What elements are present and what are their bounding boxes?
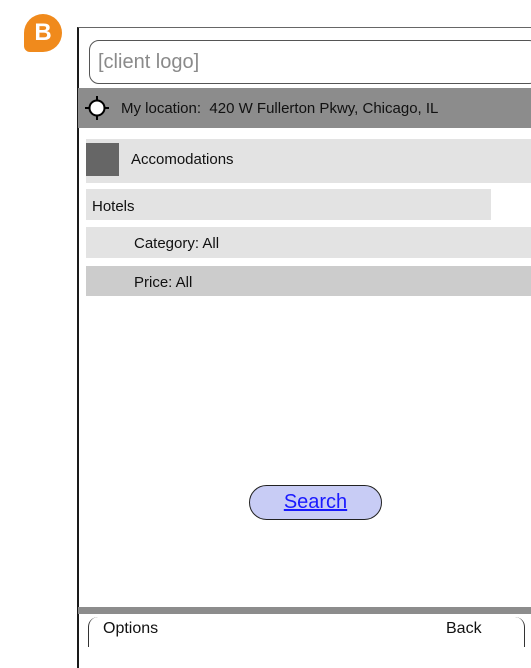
crosshair-icon [85, 96, 109, 120]
menu-item-hotels[interactable] [86, 189, 491, 220]
category-thumbnail [86, 143, 119, 176]
filter-price-label: Price: All [134, 274, 193, 291]
options-softkey[interactable]: Options [88, 617, 178, 647]
menu-item-hotels-label: Hotels [92, 198, 135, 215]
back-softkey[interactable]: Back [430, 617, 525, 647]
search-button[interactable]: Search [249, 485, 382, 520]
location-text: My location: 420 W Fullerton Pkwy, Chica… [121, 100, 438, 117]
location-label: My location: [121, 100, 202, 117]
menu-item-accomodations-label: Accomodations [131, 151, 234, 168]
softkey-bar [78, 607, 531, 614]
location-value: 420 W Fullerton Pkwy, Chicago, IL [209, 100, 439, 117]
step-badge: B [24, 14, 62, 52]
filter-category-label: Category: All [134, 235, 220, 252]
client-logo-field: [client logo] [89, 40, 531, 84]
